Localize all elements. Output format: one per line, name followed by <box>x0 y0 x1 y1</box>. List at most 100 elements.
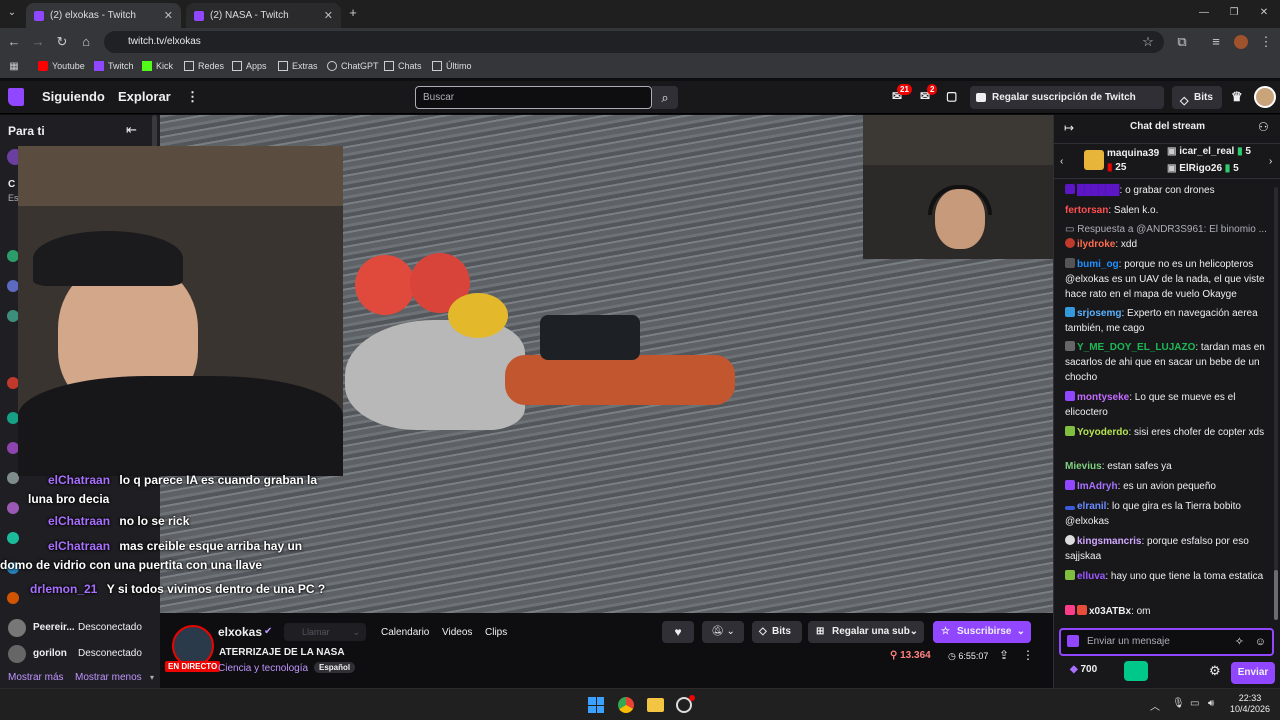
bonus-chest-icon[interactable] <box>1124 661 1148 681</box>
bookmark-star-icon[interactable]: ☆ <box>1140 34 1156 50</box>
chat-username[interactable]: ImAdryh <box>1077 481 1118 492</box>
new-tab-icon[interactable]: + <box>345 5 361 21</box>
collapse-sidebar-icon[interactable]: ⇤ <box>126 122 137 138</box>
bookmark-folder-chats[interactable]: Chats <box>384 61 422 71</box>
file-explorer-icon[interactable] <box>647 698 664 712</box>
stream-category[interactable]: Ciencia y tecnología <box>218 663 308 674</box>
close-tab-icon[interactable]: ✕ <box>324 9 333 22</box>
chat-username[interactable]: elluva <box>1077 571 1105 582</box>
chat-username[interactable]: x03ATBx <box>1089 606 1131 617</box>
back-icon[interactable]: ← <box>6 34 22 50</box>
tab-calendar[interactable]: Calendario <box>381 627 429 638</box>
more-options-icon[interactable]: ⋮ <box>186 89 199 105</box>
chat-message-input[interactable]: Enviar un mensaje ✧ ☺ <box>1059 628 1274 656</box>
tab-videos[interactable]: Videos <box>442 627 472 638</box>
tab-elxokas[interactable]: (2) elxokas - Twitch ✕ <box>26 3 181 28</box>
tab-list-icon[interactable]: ⌄ <box>4 5 20 21</box>
bookmark-folder-extras[interactable]: Extras <box>278 61 318 71</box>
chat-username[interactable]: elranil <box>1077 501 1106 512</box>
notifications-off-icon[interactable]: 🔕︎ ⌄ <box>702 621 744 643</box>
tray-chevron-up-icon[interactable]: ︿ <box>1150 698 1160 713</box>
chat-username[interactable]: srjosemg <box>1077 308 1121 319</box>
chat-input-placeholder: Enviar un mensaje <box>1087 636 1170 647</box>
bookmark-chatgpt[interactable]: ChatGPT <box>327 61 379 71</box>
subscribe-button[interactable]: ☆ Suscribirse ⌄ <box>933 621 1031 643</box>
close-window-icon[interactable]: ✕ <box>1256 5 1272 21</box>
leaderboard-next-icon[interactable]: › <box>1269 156 1272 167</box>
sidebar-item-gorilon[interactable]: gorilon Desconectado <box>0 641 160 663</box>
share-icon[interactable]: ⇪ <box>999 648 1009 662</box>
send-button[interactable]: Enviar <box>1231 662 1275 684</box>
system-clock[interactable]: 22:33 10/4/2026 <box>1226 693 1274 715</box>
windows-start-icon[interactable] <box>588 697 604 713</box>
chat-username[interactable]: montyseke <box>1077 392 1129 403</box>
sidebar-item-peereir[interactable]: Peereir... Desconectado <box>0 615 160 637</box>
show-more-link[interactable]: Mostrar más <box>8 672 64 683</box>
language-tag[interactable]: Español <box>314 662 356 673</box>
twitch-logo-icon[interactable] <box>8 88 24 106</box>
search-input[interactable]: Buscar <box>415 86 652 109</box>
call-button[interactable]: Llamar ⌄ <box>284 623 366 641</box>
leaderboard-name[interactable]: maquina39 <box>1107 148 1159 159</box>
bits-cheer-icon[interactable]: ✧ <box>1235 630 1244 654</box>
prime-crown-icon[interactable]: ♛ <box>1231 89 1243 105</box>
bookmark-folder-ultimo[interactable]: Último <box>432 61 472 71</box>
bookmark-twitch[interactable]: Twitch <box>94 61 134 71</box>
reload-icon[interactable]: ↻ <box>54 34 70 50</box>
show-less-link[interactable]: Mostrar menos <box>75 672 142 683</box>
chat-username[interactable]: bumi_og <box>1077 259 1119 270</box>
chrome-icon[interactable] <box>618 697 634 713</box>
heart-follow-icon[interactable]: ♥ <box>662 621 694 643</box>
leaderboard-prev-icon[interactable]: ‹ <box>1060 156 1063 167</box>
volume-icon[interactable]: 🔊︎ <box>1208 698 1214 709</box>
user-avatar[interactable] <box>1254 86 1276 108</box>
forward-icon[interactable]: → <box>30 34 46 50</box>
more-options-icon[interactable]: ⋮ <box>1022 648 1034 662</box>
microphone-icon[interactable]: 🎙︎ <box>1172 698 1185 709</box>
apps-grid-icon[interactable]: ▦ <box>6 59 22 75</box>
chat-username[interactable]: Mievius <box>1065 461 1102 472</box>
chat-scrollbar[interactable] <box>1274 187 1278 617</box>
minimize-window-icon[interactable]: — <box>1196 5 1212 21</box>
chat-username[interactable]: kingsmancris <box>1077 536 1141 547</box>
chat-username[interactable]: fertorsan <box>1065 205 1108 216</box>
extensions-icon[interactable]: ⧉ <box>1174 34 1190 50</box>
profile-avatar[interactable] <box>1234 35 1248 49</box>
bookmark-kick[interactable]: Kick <box>142 61 173 71</box>
users-icon[interactable]: ⚇ <box>1258 120 1269 134</box>
search-icon[interactable]: ⌕ <box>652 86 678 109</box>
channel-name[interactable]: elxokas <box>218 625 262 639</box>
menu-dots-icon[interactable]: ⋮ <box>1258 34 1274 50</box>
nav-explore[interactable]: Explorar <box>118 89 171 104</box>
get-bits-button[interactable]: ◇ Bits <box>1172 86 1222 109</box>
whispers-icon[interactable]: ▢ <box>946 89 957 103</box>
channel-points[interactable]: ◆ 700 <box>1070 664 1097 675</box>
chat-username[interactable]: Y_ME_DOY_EL_LUJAZO <box>1077 342 1195 353</box>
webcam2-headset <box>928 185 992 215</box>
leaderboard-entry[interactable]: ▣ icar_el_real ▮ 5 <box>1167 146 1251 157</box>
tab-nasa[interactable]: (2) NASA - Twitch ✕ <box>186 3 341 28</box>
chat-username[interactable]: Yoyoderdo <box>1077 427 1128 438</box>
leaderboard-entry[interactable]: ▣ ElRigo26 ▮ 5 <box>1167 163 1239 174</box>
cheer-bits-button[interactable]: ◇ Bits <box>752 621 802 643</box>
restore-window-icon[interactable]: ❐ <box>1226 5 1242 21</box>
bookmark-youtube[interactable]: Youtube <box>38 61 85 71</box>
badge-icon <box>1065 341 1075 351</box>
url-input[interactable]: twitch.tv/elxokas <box>104 31 1164 53</box>
bookmark-folder-apps[interactable]: Apps <box>232 61 267 71</box>
home-icon[interactable]: ⌂ <box>78 34 94 50</box>
media-controls-icon[interactable]: ≡ <box>1208 34 1224 50</box>
close-tab-icon[interactable]: ✕ <box>164 9 173 22</box>
network-icon[interactable]: ▭ <box>1190 698 1199 709</box>
gift-turbo-button[interactable]: Regalar suscripción de Twitch Turbo <box>970 86 1164 126</box>
chat-username[interactable]: ilydroke <box>1077 239 1115 250</box>
channel-avatar[interactable] <box>7 592 19 604</box>
emote-picker-icon[interactable]: ☺ <box>1255 630 1266 654</box>
nav-following[interactable]: Siguiendo <box>42 89 105 104</box>
gift-sub-button[interactable]: ⊞ Regalar una sub ⌄ <box>808 621 924 643</box>
chat-settings-gear-icon[interactable]: ⚙ <box>1209 663 1221 679</box>
bookmark-folder-redes[interactable]: Redes <box>184 61 224 71</box>
chat-scrollbar-thumb[interactable] <box>1274 570 1278 620</box>
tab-clips[interactable]: Clips <box>485 627 507 638</box>
channel-avatar[interactable] <box>7 502 19 514</box>
